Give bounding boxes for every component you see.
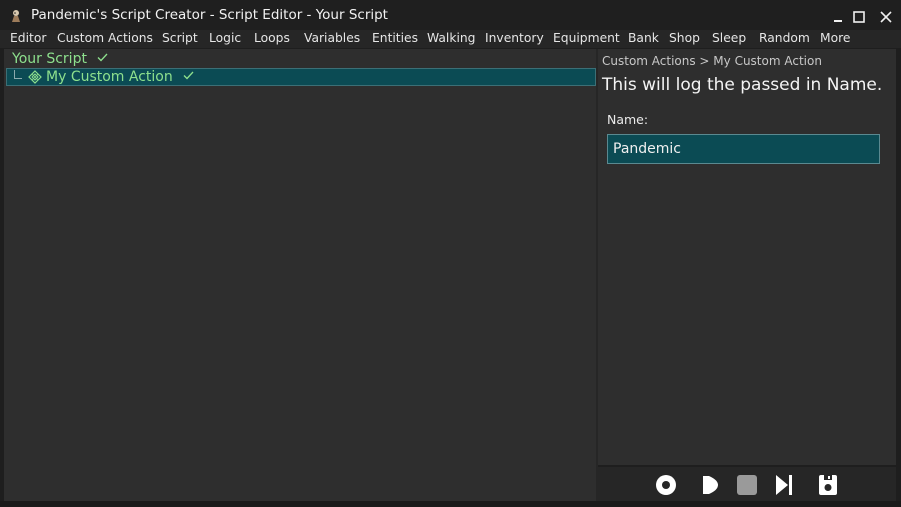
close-icon[interactable]	[877, 8, 895, 26]
menu-editor[interactable]: Editor	[10, 31, 46, 45]
stop-icon[interactable]	[736, 474, 758, 496]
checkmark-icon	[97, 53, 108, 62]
menu-variables[interactable]: Variables	[304, 31, 360, 45]
menu-walking[interactable]: Walking	[427, 31, 475, 45]
name-field-label: Name:	[607, 112, 649, 127]
maximize-icon[interactable]	[850, 8, 868, 26]
menu-inventory[interactable]: Inventory	[485, 31, 544, 45]
tree-connector-line	[14, 70, 22, 79]
playback-control-bar	[598, 467, 896, 501]
app-logo-icon	[12, 10, 20, 22]
menu-bar: Editor Custom Actions Script Logic Loops…	[0, 30, 901, 48]
menu-random[interactable]: Random	[759, 31, 810, 45]
menu-entities[interactable]: Entities	[372, 31, 418, 45]
menu-loops[interactable]: Loops	[254, 31, 290, 45]
window-bottom-edge	[0, 501, 901, 507]
script-tree-panel: Your Script My Custom Action	[4, 49, 596, 501]
name-field[interactable]	[607, 134, 880, 164]
menu-script[interactable]: Script	[162, 31, 198, 45]
menu-shop[interactable]: Shop	[669, 31, 700, 45]
tree-root-label: Your Script	[12, 51, 87, 67]
record-icon[interactable]	[655, 474, 677, 496]
tree-root-node[interactable]: Your Script	[12, 51, 108, 67]
minimize-icon[interactable]	[829, 8, 847, 26]
tree-node-label: My Custom Action	[46, 69, 194, 85]
menu-equipment[interactable]: Equipment	[553, 31, 620, 45]
window-title: Pandemic's Script Creator - Script Edito…	[31, 7, 388, 23]
save-icon[interactable]	[817, 474, 839, 496]
menu-sleep[interactable]: Sleep	[712, 31, 746, 45]
play-icon[interactable]	[699, 474, 721, 496]
menu-logic[interactable]: Logic	[209, 31, 241, 45]
title-bar: Pandemic's Script Creator - Script Edito…	[0, 0, 901, 32]
custom-action-icon	[28, 70, 42, 84]
details-panel: Custom Actions > My Custom Action This w…	[598, 49, 896, 465]
action-description: This will log the passed in Name.	[602, 75, 883, 95]
menu-bank[interactable]: Bank	[628, 31, 659, 45]
menu-custom-actions[interactable]: Custom Actions	[57, 31, 153, 45]
menu-more[interactable]: More	[820, 31, 850, 45]
breadcrumb: Custom Actions > My Custom Action	[602, 54, 822, 68]
step-forward-icon[interactable]	[773, 474, 795, 496]
checkmark-icon	[183, 71, 194, 80]
tree-node-my-custom-action[interactable]: My Custom Action	[6, 68, 596, 86]
